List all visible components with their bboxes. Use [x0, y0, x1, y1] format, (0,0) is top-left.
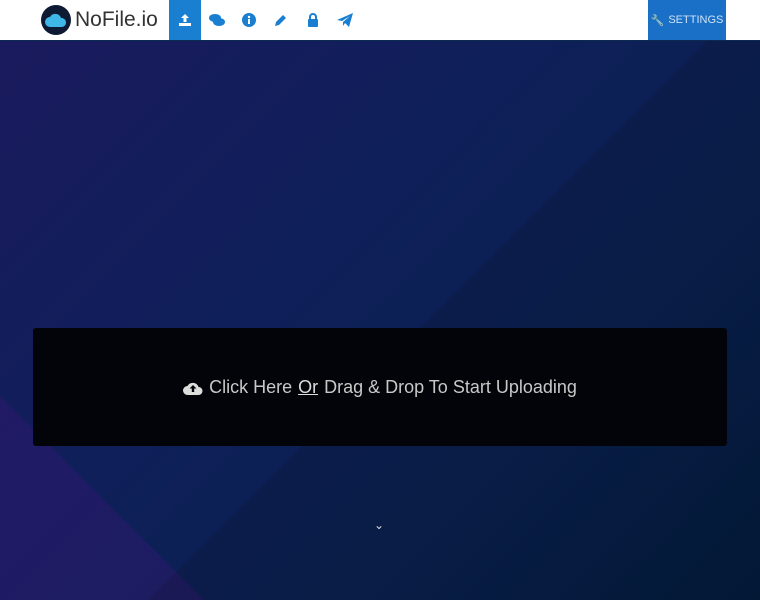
cloud-upload-icon	[183, 382, 203, 395]
upload-click-text: Click Here	[209, 376, 293, 397]
nav-icons	[168, 0, 361, 40]
nav-edit[interactable]	[265, 0, 297, 40]
upload-dropzone[interactable]: Click Here Or Drag & Drop To Start Uploa…	[33, 328, 727, 446]
cloud-logo-icon	[41, 5, 71, 35]
info-icon	[241, 13, 256, 27]
upload-icon	[178, 14, 191, 26]
nav-upload[interactable]	[168, 0, 201, 40]
brand-logo[interactable]: NoFile.io	[41, 5, 158, 35]
lock-icon	[307, 13, 318, 27]
paper-plane-icon	[336, 13, 353, 27]
nav-chat[interactable]	[201, 0, 233, 40]
comments-icon	[208, 14, 225, 26]
brand-name: NoFile.io	[75, 8, 158, 31]
scroll-down-chevron-icon[interactable]: ⌄	[374, 518, 384, 532]
upload-drag-text: Drag & Drop To Start Uploading	[324, 376, 577, 397]
settings-label: SETTINGS	[668, 14, 724, 26]
settings-button[interactable]: 🔧 SETTINGS	[648, 0, 726, 40]
nav-send[interactable]	[329, 0, 361, 40]
nav-lock[interactable]	[297, 0, 329, 40]
background	[0, 0, 760, 600]
top-navbar: NoFile.io 🔧 SETTINGS	[0, 0, 760, 41]
wrench-icon: 🔧	[650, 14, 665, 27]
upload-or-text: Or	[298, 376, 319, 397]
nav-info[interactable]	[233, 0, 265, 40]
pencil-icon	[274, 15, 286, 26]
